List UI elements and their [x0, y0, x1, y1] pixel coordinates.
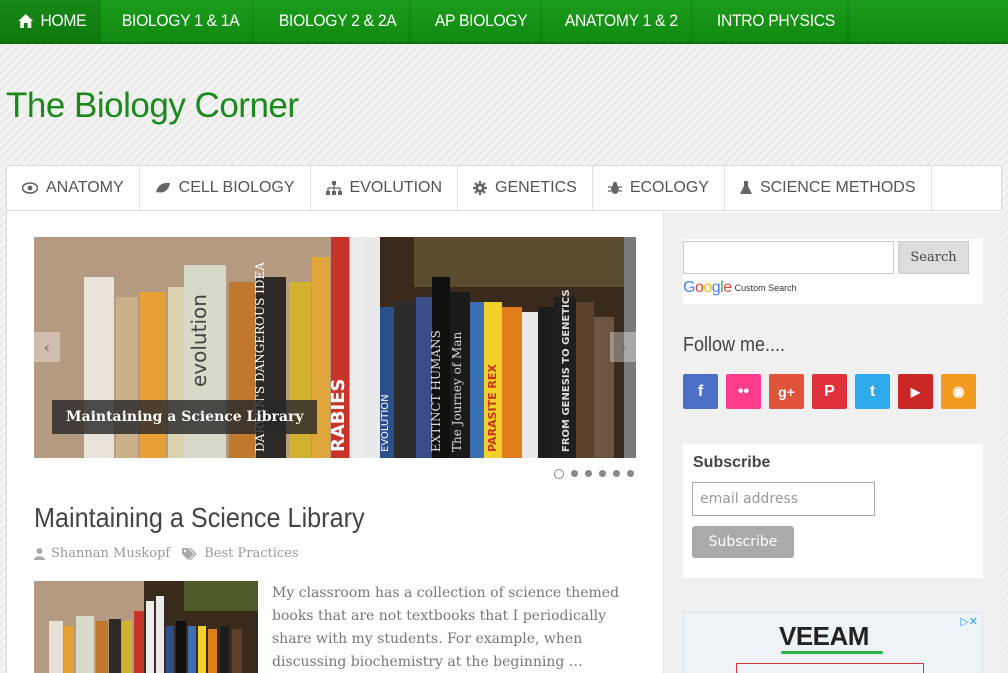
cat-science-methods-label: SCIENCE METHODS	[759, 179, 916, 196]
ad-frame	[736, 663, 924, 673]
google-custom-search-label: Custom Search	[734, 283, 797, 293]
post-category[interactable]: Best Practices	[204, 546, 298, 561]
nav-biology-2-label: BIOLOGY 2 & 2A	[278, 11, 397, 30]
rss-icon[interactable]: ◉	[941, 374, 976, 409]
slider-dot[interactable]	[599, 470, 606, 477]
user-icon	[34, 547, 45, 560]
cat-cell-biology-label: CELL BIOLOGY	[178, 179, 295, 196]
twitter-icon[interactable]: t	[855, 374, 890, 409]
book-title-journey: The Journey of Man	[450, 332, 464, 452]
slider-prev-arrow[interactable]: ‹	[34, 332, 60, 362]
facebook-icon[interactable]: f	[683, 374, 718, 409]
post-author[interactable]: Shannan Muskopf	[51, 546, 170, 561]
post-thumbnail-image	[34, 581, 258, 673]
book-title-evolution-2: EVOLUTION	[380, 394, 391, 452]
sidebar: Search Google Custom Search Follow me...…	[663, 212, 1003, 673]
nav-anatomy-label: ANATOMY 1 & 2	[564, 11, 678, 30]
search-widget: Search Google Custom Search	[683, 239, 983, 304]
slider-dot[interactable]	[627, 470, 634, 477]
nav-intro-physics-label: INTRO PHYSICS	[716, 11, 835, 30]
nav-intro-physics[interactable]: INTRO PHYSICS	[704, 0, 849, 42]
pinterest-icon[interactable]: P	[812, 374, 847, 409]
slide-caption[interactable]: Maintaining a Science Library	[52, 400, 318, 434]
youtube-icon[interactable]: ▶	[898, 374, 933, 409]
advertisement[interactable]: ▷✕ VEEAM	[683, 612, 983, 673]
book-title-evolution: evolution	[187, 294, 211, 387]
nav-biology-2[interactable]: BIOLOGY 2 & 2A	[266, 0, 410, 42]
cat-evolution-label: EVOLUTION	[349, 179, 443, 196]
cat-science-methods[interactable]: SCIENCE METHODS	[725, 166, 932, 210]
gear-icon	[473, 181, 488, 195]
google-custom-search-brand: Google Custom Search	[683, 279, 797, 297]
subscribe-button[interactable]: Subscribe	[692, 526, 794, 558]
post-title[interactable]: Maintaining a Science Library	[34, 502, 365, 534]
sitemap-icon	[325, 181, 342, 195]
google-plus-icon[interactable]: g+	[769, 374, 804, 409]
cat-ecology-label: ECOLOGY	[629, 179, 709, 196]
cat-ecology[interactable]: ECOLOGY	[593, 166, 725, 210]
cat-anatomy-label: ANATOMY	[46, 179, 124, 196]
book-title-parasite: PARASITE REX	[486, 364, 499, 452]
nav-ap-biology-label: AP BIOLOGY	[435, 11, 528, 30]
veeam-logo: VEEAM	[779, 621, 869, 651]
cat-genetics[interactable]: GENETICS	[458, 166, 593, 210]
top-nav: HOME BIOLOGY 1 & 1A BIOLOGY 2 & 2A AP BI…	[0, 0, 1008, 44]
nav-ap-biology[interactable]: AP BIOLOGY	[422, 0, 542, 42]
book-title-rabies: RABIES	[328, 379, 349, 452]
cat-genetics-label: GENETICS	[495, 179, 577, 196]
nav-home[interactable]: HOME	[0, 0, 101, 42]
home-icon	[18, 14, 34, 28]
main-content: evolution DARWIN'S DANGEROUS IDEA RABIES…	[7, 212, 663, 673]
site-title[interactable]: The Biology Corner	[6, 86, 299, 126]
email-field[interactable]: email address	[692, 482, 875, 516]
cat-anatomy[interactable]: ANATOMY	[7, 166, 140, 210]
nav-home-label: HOME	[40, 11, 87, 30]
search-button[interactable]: Search	[898, 241, 969, 274]
ad-underline	[781, 651, 883, 654]
social-icons: f •• g+ P t ▶ ◉	[683, 374, 976, 409]
nav-anatomy[interactable]: ANATOMY 1 & 2	[552, 0, 692, 42]
featured-slider[interactable]: evolution DARWIN'S DANGEROUS IDEA RABIES…	[34, 237, 636, 458]
eye-icon	[22, 182, 38, 194]
slider-dots	[554, 469, 634, 479]
subscribe-widget: Subscribe email address Subscribe	[683, 444, 983, 578]
tags-icon	[182, 547, 198, 560]
subscribe-title: Subscribe	[693, 454, 771, 471]
post-meta: Shannan Muskopf Best Practices	[34, 546, 311, 561]
category-nav: ANATOMY CELL BIOLOGY EVOLUTION GENETICS …	[7, 166, 1001, 211]
nav-biology-1-label: BIOLOGY 1 & 1A	[121, 11, 240, 30]
slider-next-arrow[interactable]: ›	[610, 332, 636, 362]
bug-icon	[607, 181, 622, 194]
slider-dot[interactable]	[554, 469, 564, 479]
ad-choices-icon[interactable]: ▷✕	[960, 615, 978, 628]
cat-cell-biology[interactable]: CELL BIOLOGY	[140, 166, 311, 210]
search-input[interactable]	[683, 241, 894, 274]
google-logo: Google	[683, 279, 732, 296]
slider-dot[interactable]	[585, 470, 592, 477]
cat-evolution[interactable]: EVOLUTION	[311, 166, 459, 210]
post-thumbnail[interactable]	[34, 581, 258, 673]
leaf-icon	[155, 182, 170, 193]
content-wrapper: ANATOMY CELL BIOLOGY EVOLUTION GENETICS …	[6, 165, 1003, 673]
flask-icon	[739, 181, 752, 194]
flickr-icon[interactable]: ••	[726, 374, 761, 409]
slider-dot[interactable]	[571, 470, 578, 477]
nav-biology-1[interactable]: BIOLOGY 1 & 1A	[109, 0, 254, 42]
book-title-extinct: EXTINCT HUMANS	[429, 330, 443, 452]
slider-dot[interactable]	[613, 470, 620, 477]
follow-title: Follow me....	[683, 334, 786, 356]
post-excerpt: My classroom has a collection of science…	[272, 585, 620, 670]
book-title-genesis: FROM GENESIS TO GENETICS	[561, 289, 572, 452]
